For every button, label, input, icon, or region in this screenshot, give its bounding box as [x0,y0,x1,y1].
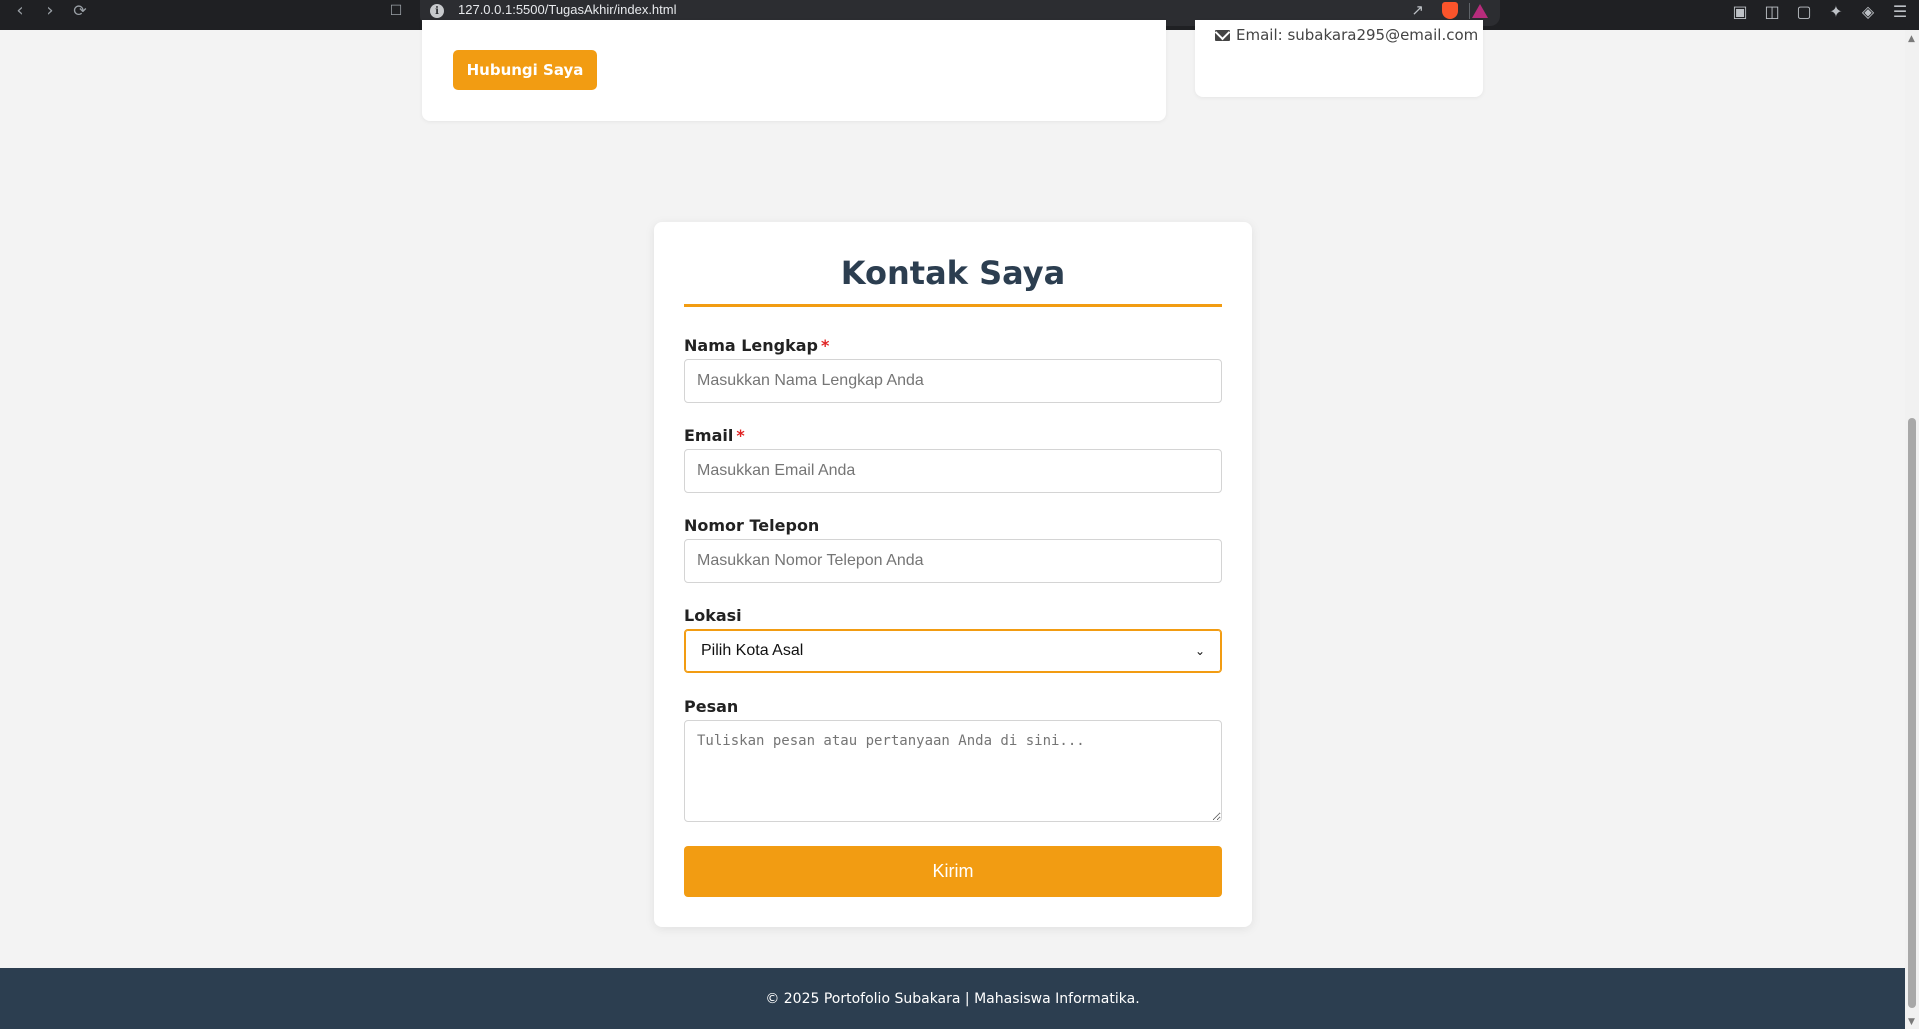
name-label: Nama Lengkap * [684,336,830,355]
email-text: Email: subakara295@email.com [1236,26,1479,44]
required-mark: * [736,426,745,445]
location-selected-value: Pilih Kota Asal [701,642,804,659]
tab-search-icon[interactable]: ▣ [1731,2,1749,21]
scroll-up-icon[interactable]: ▲ [1908,34,1915,44]
required-mark: * [821,336,830,355]
leo-ai-icon[interactable]: ✦ [1827,2,1845,21]
divider [1469,3,1470,19]
wallet-icon[interactable]: ▢ [1795,2,1813,21]
brave-rewards-icon[interactable] [1472,4,1488,18]
toolbar-icons: ▣ ◫ ▢ ✦ ◈ ☰ [1731,0,1909,22]
menu-icon[interactable]: ☰ [1891,2,1909,21]
vpn-shield-icon[interactable]: ◈ [1859,2,1877,21]
footer-text: © 2025 Portofolio Subakara | Mahasiswa I… [765,990,1140,1007]
scroll-thumb[interactable] [1908,418,1916,1008]
about-card: Hubungi Saya [422,20,1166,121]
site-info-icon[interactable]: i [430,4,444,18]
location-label: Lokasi [684,606,742,625]
brave-shields-icon[interactable] [1442,2,1458,19]
phone-input[interactable] [684,539,1222,583]
email-label: Email * [684,426,745,445]
submit-button[interactable]: Kirim [684,846,1222,897]
share-icon[interactable]: ↗ [1411,1,1424,19]
message-textarea[interactable] [684,720,1222,822]
contact-info-card: Email: subakara295@email.com [1195,20,1483,97]
page-scrollbar[interactable]: ▲ ▼ [1905,30,1919,1029]
sidebar-icon[interactable]: ◫ [1763,2,1781,21]
email-info: Email: subakara295@email.com [1215,26,1478,44]
form-title: Kontak Saya [840,254,1066,292]
url-text[interactable]: 127.0.0.1:5500/TugasAkhir/index.html [458,2,677,17]
name-input[interactable] [684,359,1222,403]
contact-me-button[interactable]: Hubungi Saya [453,50,597,90]
email-input[interactable] [684,449,1222,493]
bookmark-icon[interactable]: ☐ [384,0,408,22]
title-underline [684,304,1222,307]
scroll-down-icon[interactable]: ▼ [1908,1017,1915,1027]
message-label: Pesan [684,697,739,716]
back-icon[interactable]: ‹ [8,0,32,22]
footer: © 2025 Portofolio Subakara | Mahasiswa I… [0,968,1905,1029]
envelope-icon [1215,29,1230,41]
contact-form-card: Kontak Saya Nama Lengkap* Email* Nomor T… [654,222,1252,927]
chevron-down-icon: ⌄ [1194,644,1205,658]
location-select[interactable]: Pilih Kota Asal ⌄ [684,629,1222,673]
phone-label: Nomor Telepon [684,516,820,535]
forward-icon[interactable]: › [38,0,62,22]
reload-icon[interactable]: ⟳ [68,0,92,22]
